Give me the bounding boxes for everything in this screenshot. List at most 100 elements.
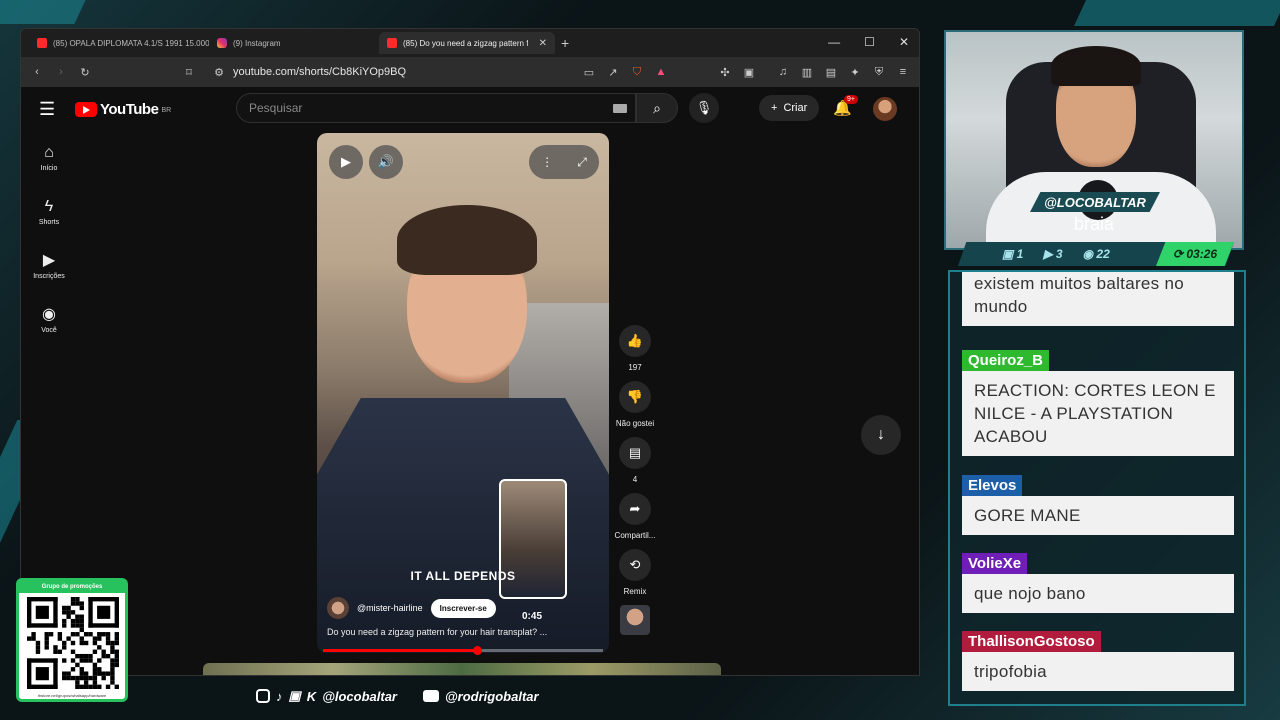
browser-tab[interactable]: (85) OPALA DIPLOMATA 4.1/S 1991 15.000km: [29, 32, 209, 54]
reload-icon[interactable]: ↻: [79, 66, 91, 79]
wallet-icon[interactable]: ▤: [825, 66, 837, 79]
vpn-icon[interactable]: ⛨: [873, 66, 885, 78]
bookmark-icon[interactable]: ⌑: [183, 66, 195, 79]
search-icon: ⌕: [653, 99, 661, 116]
instagram-icon: [256, 689, 270, 703]
search-input[interactable]: Pesquisar: [236, 93, 636, 123]
create-button[interactable]: + Criar: [759, 95, 820, 121]
play-button[interactable]: ▶: [329, 145, 363, 179]
chat-message-text: existem muitos baltares no mundo: [962, 272, 1234, 326]
account-avatar[interactable]: [873, 97, 897, 121]
sidebar-item-label: Inscrições: [33, 272, 65, 280]
youtube-icon: [387, 38, 397, 48]
video-title[interactable]: Do you need a zigzag pattern for your ha…: [327, 627, 597, 637]
forward-icon[interactable]: ›: [55, 66, 67, 78]
remix-action[interactable]: ⟲ Remix: [613, 549, 657, 596]
extensions-icon[interactable]: ✣: [719, 66, 731, 79]
progress-scrubber[interactable]: [473, 646, 482, 655]
search-button[interactable]: ⌕: [636, 93, 678, 123]
new-tab-button[interactable]: +: [561, 35, 569, 51]
cast-icon[interactable]: ▭: [583, 66, 595, 79]
promo-link: rbstore.net/grupos/whatsapp/hardware: [37, 693, 107, 698]
chat-message: VolieXe que nojo bano: [962, 553, 1234, 613]
share-action[interactable]: ➦ Compartil...: [613, 493, 657, 540]
youtube-icon: [423, 690, 439, 702]
chat-message: existem muitos baltares no mundo: [962, 272, 1234, 326]
sound-thumbnail-image[interactable]: [620, 605, 650, 635]
comments-action[interactable]: ▤ 4: [613, 437, 657, 484]
tab-title: (85) Do you need a zigzag pattern for y: [403, 38, 528, 48]
chat-message: Queiroz_B REACTION: CORTES LEON E NILCE …: [962, 350, 1234, 456]
fullscreen-icon[interactable]: ⤢: [577, 155, 587, 170]
video-progress-bar[interactable]: [323, 646, 603, 655]
notification-badge: 9+: [844, 95, 858, 104]
url-field[interactable]: ⚙ youtube.com/shorts/Cb8KiYOp9BQ: [207, 61, 567, 83]
remix-label: Remix: [623, 587, 647, 596]
youtube-logo[interactable]: YouTube BR: [75, 101, 171, 118]
next-short-preview[interactable]: [203, 663, 721, 675]
like-action[interactable]: 👍 197: [613, 325, 657, 372]
keyboard-icon[interactable]: [613, 104, 627, 113]
back-icon[interactable]: ‹: [31, 66, 43, 78]
menu-icon[interactable]: ≡: [897, 66, 909, 78]
stream-uptime: ⟳ 03:26: [1156, 242, 1234, 266]
toolbar-icons: ▭ ↗ ⛉ ▲ ✣ ▣ ♫ ▥ ▤ ✦ ⛨ ≡: [583, 66, 909, 79]
hamburger-menu-icon[interactable]: ☰: [39, 99, 63, 120]
play-icon: ▶: [341, 154, 351, 169]
arrow-down-icon: ↓: [877, 426, 885, 443]
create-label: Criar: [783, 102, 808, 114]
short-actions: 👍 197 👎 Não gostei ▤ 4 ➦ Compartil... ⟲ …: [613, 325, 657, 644]
share-icon[interactable]: ↗: [607, 66, 619, 79]
next-short-button[interactable]: ↓: [861, 415, 901, 455]
kick-icon: ◉: [1082, 247, 1097, 261]
youtube-sidebar: ⌂ Início ϟ Shorts ▶ Inscrições ◉ Você: [21, 131, 77, 347]
voice-search-button[interactable]: 🎙: [689, 93, 719, 123]
maximize-icon[interactable]: ☐: [864, 35, 875, 49]
site-info-icon[interactable]: ⚙: [213, 66, 225, 79]
like-count: 197: [628, 363, 642, 372]
sidebar-icon[interactable]: ▥: [801, 66, 813, 79]
chat-username: Queiroz_B: [962, 350, 1050, 371]
browser-tab[interactable]: (9) Instagram: [209, 32, 379, 54]
chat-count-stat: ▣ 1: [1002, 247, 1024, 261]
sidebar-item-home[interactable]: ⌂ Início: [21, 131, 77, 185]
sidebar-item-subscriptions[interactable]: ▶ Inscrições: [21, 239, 77, 293]
url-text: youtube.com/shorts/Cb8KiYOp9BQ: [233, 66, 407, 78]
minimize-icon[interactable]: —: [828, 35, 840, 49]
sound-thumbnail[interactable]: [613, 605, 657, 635]
comment-icon[interactable]: ▤: [619, 437, 651, 469]
shorts-icon: ϟ: [44, 197, 54, 215]
video-options-group: ⋮ ⤢: [529, 145, 599, 179]
viewers-stat: ◉ 22: [1082, 247, 1110, 261]
browser-tab-active[interactable]: (85) Do you need a zigzag pattern for y …: [379, 32, 555, 54]
kick-icon: K: [306, 688, 317, 704]
clock-icon: ⟳: [1172, 247, 1187, 261]
channel-avatar[interactable]: [327, 597, 349, 619]
close-window-icon[interactable]: ✕: [899, 35, 909, 49]
chat-message-text: tripofobia: [962, 652, 1234, 691]
volume-button[interactable]: 🔊: [369, 145, 403, 179]
subscribe-button[interactable]: Inscrever-se: [430, 598, 496, 618]
rewards-icon[interactable]: ▲: [655, 66, 667, 78]
brave-shield-icon[interactable]: ⛉: [631, 66, 643, 78]
reader-icon[interactable]: ▣: [743, 66, 755, 79]
window-controls: — ☐ ✕: [828, 35, 909, 49]
remix-icon[interactable]: ⟲: [619, 549, 651, 581]
chat-message: Elevos GORE MANE: [962, 475, 1234, 535]
dislike-action[interactable]: 👎 Não gostei: [613, 381, 657, 428]
media-icon[interactable]: ♫: [777, 66, 789, 78]
chat-message: ThallisonGostoso tripofobia: [962, 631, 1234, 691]
channel-name[interactable]: @mister-hairline: [357, 603, 423, 613]
like-icon[interactable]: 👍: [619, 325, 651, 357]
dislike-icon[interactable]: 👎: [619, 381, 651, 413]
tab-title: (85) OPALA DIPLOMATA 4.1/S 1991 15.000km: [53, 38, 209, 48]
close-tab-icon[interactable]: ✕: [539, 38, 547, 49]
comment-count: 4: [632, 475, 638, 484]
more-options-icon[interactable]: ⋮: [541, 155, 553, 169]
share-arrow-icon[interactable]: ➦: [619, 493, 651, 525]
sidebar-item-shorts[interactable]: ϟ Shorts: [21, 185, 77, 239]
sidebar-item-you[interactable]: ◉ Você: [21, 293, 77, 347]
leo-icon[interactable]: ✦: [849, 66, 861, 79]
short-video-player[interactable]: ▶ 🔊 ⋮ ⤢ IT ALL DEPENDS @mister-hairline …: [317, 133, 609, 653]
chat-username: VolieXe: [962, 553, 1028, 574]
